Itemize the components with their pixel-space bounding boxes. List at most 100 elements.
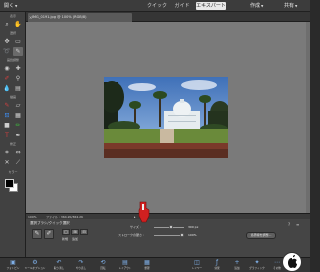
tool-options-title: 選択ブラシ/クイック選択 — [30, 221, 70, 225]
chevron-down-icon: ▼ — [15, 4, 18, 8]
refine-edge-button[interactable]: 境界線を調整... — [246, 232, 276, 239]
taskbar-label: やり直し — [75, 267, 87, 270]
share-button-label: 共有 — [284, 3, 295, 9]
eraser-icon[interactable]: ▱ — [13, 101, 23, 110]
hardness-value: 100% — [188, 233, 197, 237]
share-button[interactable]: 共有▼ — [284, 2, 297, 10]
document-tab[interactable]: × IMG_0191.jpg @ 100% (RGB/8) — [28, 13, 132, 22]
taskbar-label: レイアウト — [118, 267, 132, 270]
help-icon[interactable]: ? — [288, 222, 290, 227]
red-eye-icon[interactable]: ◉ — [2, 64, 12, 73]
brush-icon[interactable]: ✎ — [2, 101, 12, 110]
taskbar-label: 回転 — [100, 267, 106, 270]
mode-expert-button[interactable]: エキスパート — [196, 2, 226, 10]
size-slider-knob[interactable] — [168, 225, 173, 229]
taskbar-item-layers[interactable]: ◫ レイヤー — [186, 259, 208, 272]
type-icon[interactable]: T — [2, 131, 12, 140]
smart-brush-icon[interactable]: ✐ — [2, 74, 12, 83]
vertical-scrollbar[interactable] — [306, 22, 310, 213]
sponge-icon[interactable]: ▤ — [13, 84, 23, 93]
taskbar-item-organizer[interactable]: ▦ 整理 — [136, 259, 158, 272]
add-to-selection-button[interactable]: ⊞ — [71, 229, 79, 235]
taskbar-label: 整理 — [144, 267, 150, 270]
document-tab-bar: × IMG_0191.jpg @ 100% (RGB/8) — [26, 12, 310, 22]
photo-artwork — [104, 77, 228, 158]
foreground-color-swatch[interactable] — [5, 179, 14, 188]
toolbox-section-view: 表示 — [9, 14, 16, 18]
add-selection-label: 追加 — [72, 237, 79, 241]
taskbar-item-graphics[interactable]: ✦ グラフィック — [246, 259, 268, 272]
document-tab-title: IMG_0191.jpg @ 100% (RGB/8) — [32, 15, 87, 19]
bottom-taskbar: ▣ フォトビン ⚙ ツールオプション ↶ 取り消し ↷ やり直し ⟲ 回転 ▤ レイアウト … — [0, 257, 310, 272]
rotate-icon: ⟲ — [100, 259, 106, 266]
taskbar-item-add[interactable]: + 追加 — [226, 259, 248, 272]
create-button-label: 作成 — [250, 3, 261, 9]
clone-stamp-icon[interactable]: ⚲ — [13, 74, 23, 83]
create-button[interactable]: 作成▼ — [250, 2, 263, 10]
effects-icon: ƒ — [215, 259, 219, 266]
toolbox-section-color: カラー — [8, 170, 18, 174]
apple-logo-icon — [288, 255, 297, 268]
move-icon[interactable]: ✥ — [2, 37, 12, 46]
tool-options-panel: 選択ブラシ/クイック選択 ✎ ✐ □ ⊞ ⊟ 新規 追加 サイズ : 300 p… — [26, 219, 310, 257]
toolbox-section-select: 選択 — [9, 31, 16, 35]
close-icon[interactable]: × — [29, 13, 32, 22]
hardness-slider-knob[interactable] — [180, 233, 184, 237]
open-button-label: 開く — [4, 3, 15, 9]
hand-icon[interactable]: ✋ — [13, 20, 23, 29]
new-selection-label: 新規 — [62, 237, 69, 241]
toolbox-section-enhance: 画質調整 — [6, 58, 19, 62]
lasso-icon[interactable]: ➰ — [2, 47, 12, 56]
chevron-down-icon: ▼ — [295, 4, 298, 8]
open-button[interactable]: 開く▼ — [4, 2, 22, 10]
menu-icon[interactable]: ≡ — [296, 222, 299, 227]
hardness-label: ストロークの硬さ : — [118, 233, 144, 237]
pencil-icon[interactable]: ✏ — [13, 121, 23, 130]
layout-icon: ▤ — [122, 259, 128, 266]
photo-bin-icon: ▣ — [10, 259, 16, 266]
taskbar-item-photo-bin[interactable]: ▣ フォトビン — [2, 259, 24, 272]
mode-guided-button[interactable]: ガイド — [172, 2, 192, 10]
marquee-icon[interactable]: ▭ — [13, 37, 23, 46]
blur-icon[interactable]: 💧 — [2, 84, 12, 93]
taskbar-label: ツールオプション — [24, 267, 46, 270]
selection-brush-tool-icon[interactable]: ✐ — [44, 229, 54, 239]
taskbar-item-layout[interactable]: ▤ レイアウト — [114, 259, 136, 272]
gradient-icon[interactable]: ▦ — [13, 111, 23, 120]
taskbar-item-rotate[interactable]: ⟲ 回転 — [92, 259, 114, 272]
new-selection-button[interactable]: □ — [62, 229, 70, 235]
eyedropper-icon[interactable]: ✒ — [13, 131, 23, 140]
quick-selection-tool-icon[interactable]: ✎ — [32, 229, 42, 239]
add-icon: + — [234, 259, 240, 266]
document-image[interactable] — [104, 77, 228, 158]
content-aware-move-icon[interactable]: ✕ — [2, 158, 12, 167]
chevron-down-icon: ▼ — [261, 4, 264, 8]
tool-options-icon: ⚙ — [32, 259, 38, 266]
shape-icon[interactable]: ■ — [2, 121, 12, 130]
zoom-icon[interactable]: ⌕ — [2, 20, 12, 29]
taskbar-item-redo[interactable]: ↷ やり直し — [70, 259, 92, 272]
taskbar-item-effects[interactable]: ƒ 効果 — [206, 259, 228, 272]
menu-bar: 開く▼ クイック ガイド エキスパート 作成▼ 共有▼ — [0, 0, 310, 12]
spot-healing-icon[interactable]: ✚ — [13, 64, 23, 73]
mode-quick-button[interactable]: クイック — [146, 2, 168, 10]
taskbar-item-tool-options[interactable]: ⚙ ツールオプション — [24, 259, 46, 272]
toolbox-section-draw: 描画 — [9, 95, 16, 99]
organizer-icon: ▦ — [144, 259, 150, 266]
toolbox-section-modify: 修正 — [9, 142, 16, 146]
taskbar-label: レイヤー — [191, 267, 203, 270]
taskbar-label: 追加 — [234, 267, 240, 270]
graphics-icon: ✦ — [254, 259, 260, 266]
straighten-icon[interactable]: ⟋ — [13, 158, 23, 167]
recompose-icon[interactable]: ⇔ — [13, 148, 23, 157]
paint-bucket-icon[interactable]: ⛾ — [2, 111, 12, 120]
undo-icon: ↶ — [56, 259, 62, 266]
taskbar-label: 効果 — [214, 267, 220, 270]
taskbar-item-undo[interactable]: ↶ 取り消し — [48, 259, 70, 272]
apple-logo-badge — [282, 252, 302, 272]
crop-icon[interactable]: ⌗ — [2, 148, 12, 157]
size-value: 300 px — [188, 225, 199, 229]
subtract-from-selection-button[interactable]: ⊟ — [80, 229, 88, 235]
quick-selection-icon[interactable]: ✎ — [13, 47, 23, 56]
toolbox-panel: 表示 ⌕ ✋ 選択 ✥ ▭ ➰ ✎ 画質調整 ◉ ✚ ✐ ⚲ 💧 ▤ 描画 ✎ … — [0, 12, 26, 257]
